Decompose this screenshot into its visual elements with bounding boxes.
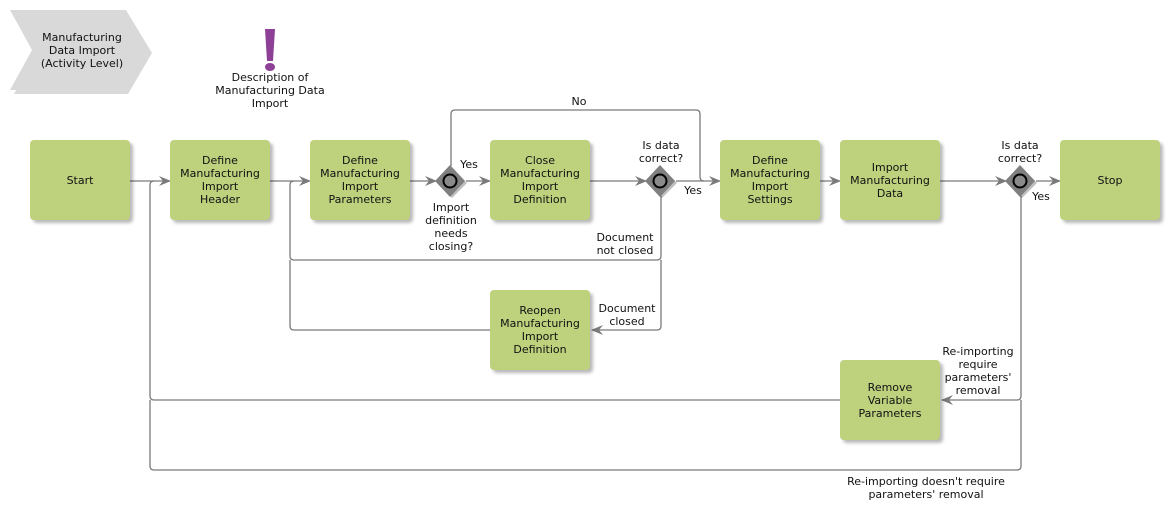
activity-define-import-settings[interactable]: Define Manufacturing Import Settings xyxy=(720,140,820,220)
activity-start[interactable]: Start xyxy=(30,140,130,220)
gateway-circle-icon xyxy=(442,173,458,189)
gateway-data-correct-1[interactable] xyxy=(644,164,678,198)
process-title-chevron: Manufacturing Data Import (Activity Leve… xyxy=(10,10,155,94)
edge-label-yes: Yes xyxy=(684,184,702,197)
edge-label-reimport-require: Re-importing require parameters' removal xyxy=(942,345,1014,397)
edge-label-reimport-no-require: Re-importing doesn't require parameters'… xyxy=(847,475,1005,501)
gateway-label-data-correct-1: Is data correct? xyxy=(638,139,684,165)
activity-define-import-parameters[interactable]: Define Manufacturing Import Parameters xyxy=(310,140,410,220)
gateway-circle-icon xyxy=(1012,173,1028,189)
activity-define-import-header[interactable]: Define Manufacturing Import Header xyxy=(170,140,270,220)
gateway-circle-icon xyxy=(652,173,668,189)
edge-label-document-closed: Document closed xyxy=(598,302,656,328)
edge-label-document-not-closed: Document not closed xyxy=(596,231,654,257)
annotation[interactable]: Description of Manufacturing Data Import xyxy=(205,26,335,112)
annotation-label: Description of Manufacturing Data Import xyxy=(215,71,325,110)
activity-stop[interactable]: Stop xyxy=(1060,140,1160,220)
process-title: Manufacturing Data Import (Activity Leve… xyxy=(40,30,124,70)
gateway-label-data-correct-2: Is data correct? xyxy=(997,139,1043,165)
edge-label-no: No xyxy=(571,95,587,108)
connector-layer xyxy=(130,109,1061,471)
gateway-label-needs-closing: Import definition needs closing? xyxy=(425,201,477,253)
activity-reopen-import-definition[interactable]: Reopen Manufacturing Import Definition xyxy=(490,290,590,370)
activity-import-manufacturing-data[interactable]: Import Manufacturing Data xyxy=(840,140,940,220)
edge-reopen-params xyxy=(289,260,490,331)
edge-label-yes: Yes xyxy=(1032,190,1050,203)
activity-remove-variable-parameters[interactable]: Remove Variable Parameters xyxy=(840,360,940,440)
activity-close-import-definition[interactable]: Close Manufacturing Import Definition xyxy=(490,140,590,220)
exclamation-icon xyxy=(265,29,275,71)
edge-label-yes: Yes xyxy=(460,158,478,171)
